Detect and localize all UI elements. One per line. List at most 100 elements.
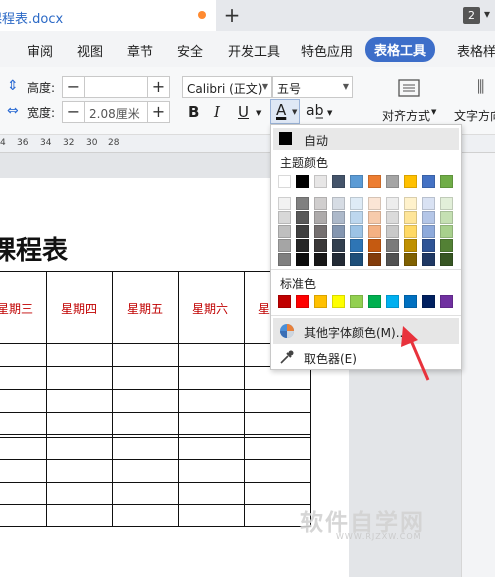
italic-button[interactable]: I <box>214 103 220 121</box>
theme-color-swatch[interactable] <box>332 175 345 188</box>
theme-shade-swatch[interactable] <box>350 253 363 266</box>
theme-color-swatch[interactable] <box>314 175 327 188</box>
text-direction-label[interactable]: 文字方向 <box>454 107 495 124</box>
bold-button[interactable]: B <box>188 103 199 121</box>
theme-shade-swatch[interactable] <box>404 225 417 238</box>
align-label[interactable]: 对齐方式 <box>382 107 430 124</box>
menu-view[interactable]: 视图 <box>77 41 103 60</box>
width-increase-button[interactable]: + <box>147 102 169 122</box>
menu-review[interactable]: 审阅 <box>27 41 53 60</box>
theme-shade-swatch[interactable] <box>386 239 399 252</box>
theme-shade-swatch[interactable] <box>422 239 435 252</box>
theme-color-swatch[interactable] <box>404 175 417 188</box>
theme-shade-swatch[interactable] <box>440 239 453 252</box>
standard-color-swatch[interactable] <box>368 295 381 308</box>
standard-color-swatch[interactable] <box>314 295 327 308</box>
menu-table-tools[interactable]: 表格工具 <box>365 37 436 62</box>
theme-shade-swatch[interactable] <box>350 239 363 252</box>
theme-color-swatch[interactable] <box>296 175 309 188</box>
eyedropper-item[interactable]: 取色器(E) <box>273 344 459 370</box>
underline-button[interactable]: U <box>238 103 249 121</box>
theme-shade-swatch[interactable] <box>350 225 363 238</box>
width-decrease-button[interactable]: − <box>63 102 85 122</box>
automatic-color-item[interactable]: 自动 <box>273 128 459 150</box>
width-stepper[interactable]: − 2.08厘米 + <box>62 101 170 123</box>
theme-shade-swatch[interactable] <box>296 211 309 224</box>
font-color-button[interactable]: A ▼ <box>270 99 300 124</box>
theme-shade-swatch[interactable] <box>422 225 435 238</box>
theme-shade-swatch[interactable] <box>332 225 345 238</box>
theme-shade-swatch[interactable] <box>278 253 291 266</box>
height-stepper[interactable]: − + <box>62 76 170 98</box>
theme-shade-swatch[interactable] <box>278 211 291 224</box>
menu-features[interactable]: 特色应用 <box>301 41 353 60</box>
theme-shade-swatch[interactable] <box>332 211 345 224</box>
theme-color-swatch[interactable] <box>350 175 363 188</box>
theme-shade-swatch[interactable] <box>368 197 381 210</box>
theme-shade-swatch[interactable] <box>314 253 327 266</box>
theme-shade-swatch[interactable] <box>422 197 435 210</box>
theme-shade-swatch[interactable] <box>314 197 327 210</box>
theme-color-swatch[interactable] <box>422 175 435 188</box>
font-size-select[interactable]: 五号 ▼ <box>272 76 353 98</box>
theme-shade-swatch[interactable] <box>332 239 345 252</box>
align-button[interactable] <box>397 78 421 98</box>
height-decrease-button[interactable]: − <box>63 77 85 97</box>
theme-shade-swatch[interactable] <box>314 239 327 252</box>
theme-shade-swatch[interactable] <box>404 253 417 266</box>
theme-shade-swatch[interactable] <box>440 225 453 238</box>
align-dropdown-icon[interactable]: ▼ <box>431 108 436 116</box>
menu-table-style[interactable]: 表格样 <box>457 41 495 60</box>
theme-shade-swatch[interactable] <box>422 253 435 266</box>
theme-shade-swatch[interactable] <box>440 253 453 266</box>
standard-color-swatch[interactable] <box>278 295 291 308</box>
theme-shade-swatch[interactable] <box>386 197 399 210</box>
menu-chapter[interactable]: 章节 <box>127 41 153 60</box>
standard-color-swatch[interactable] <box>404 295 417 308</box>
theme-shade-swatch[interactable] <box>350 197 363 210</box>
theme-shade-swatch[interactable] <box>404 239 417 252</box>
theme-shade-swatch[interactable] <box>332 197 345 210</box>
theme-shade-swatch[interactable] <box>314 225 327 238</box>
theme-color-swatch[interactable] <box>440 175 453 188</box>
theme-shade-swatch[interactable] <box>386 253 399 266</box>
shading-dropdown-icon[interactable]: ▼ <box>327 109 332 117</box>
theme-shade-swatch[interactable] <box>332 253 345 266</box>
theme-shade-swatch[interactable] <box>296 225 309 238</box>
theme-shade-swatch[interactable] <box>278 225 291 238</box>
theme-shade-swatch[interactable] <box>386 225 399 238</box>
height-increase-button[interactable]: + <box>147 77 169 97</box>
theme-shade-swatch[interactable] <box>440 197 453 210</box>
theme-shade-swatch[interactable] <box>404 211 417 224</box>
underline-dropdown-icon[interactable]: ▼ <box>256 109 261 117</box>
more-font-colors-item[interactable]: 其他字体颜色(M)... <box>273 318 459 344</box>
standard-color-swatch[interactable] <box>332 295 345 308</box>
theme-shade-swatch[interactable] <box>296 239 309 252</box>
theme-shade-swatch[interactable] <box>350 211 363 224</box>
theme-color-swatch[interactable] <box>278 175 291 188</box>
theme-shade-swatch[interactable] <box>368 253 381 266</box>
theme-color-swatch[interactable] <box>368 175 381 188</box>
window-count-badge[interactable]: 2 <box>463 7 480 24</box>
theme-shade-swatch[interactable] <box>278 239 291 252</box>
new-tab-button[interactable]: + <box>222 3 242 27</box>
theme-shade-swatch[interactable] <box>422 211 435 224</box>
font-name-select[interactable]: Calibri (正文) ▼ <box>182 76 272 98</box>
theme-shade-swatch[interactable] <box>278 197 291 210</box>
standard-color-swatch[interactable] <box>386 295 399 308</box>
standard-color-swatch[interactable] <box>440 295 453 308</box>
theme-shade-swatch[interactable] <box>368 239 381 252</box>
standard-color-swatch[interactable] <box>422 295 435 308</box>
window-list-caret-icon[interactable]: ▾ <box>484 7 490 21</box>
menu-developer-tools[interactable]: 开发工具 <box>228 41 280 60</box>
standard-color-swatch[interactable] <box>296 295 309 308</box>
menu-security[interactable]: 安全 <box>177 41 203 60</box>
theme-shade-swatch[interactable] <box>440 211 453 224</box>
theme-shade-swatch[interactable] <box>314 211 327 224</box>
theme-shade-swatch[interactable] <box>296 197 309 210</box>
theme-shade-swatch[interactable] <box>386 211 399 224</box>
theme-shade-swatch[interactable] <box>368 225 381 238</box>
theme-color-swatch[interactable] <box>386 175 399 188</box>
standard-color-swatch[interactable] <box>350 295 363 308</box>
document-tab[interactable]: 课程表.docx <box>0 0 216 31</box>
